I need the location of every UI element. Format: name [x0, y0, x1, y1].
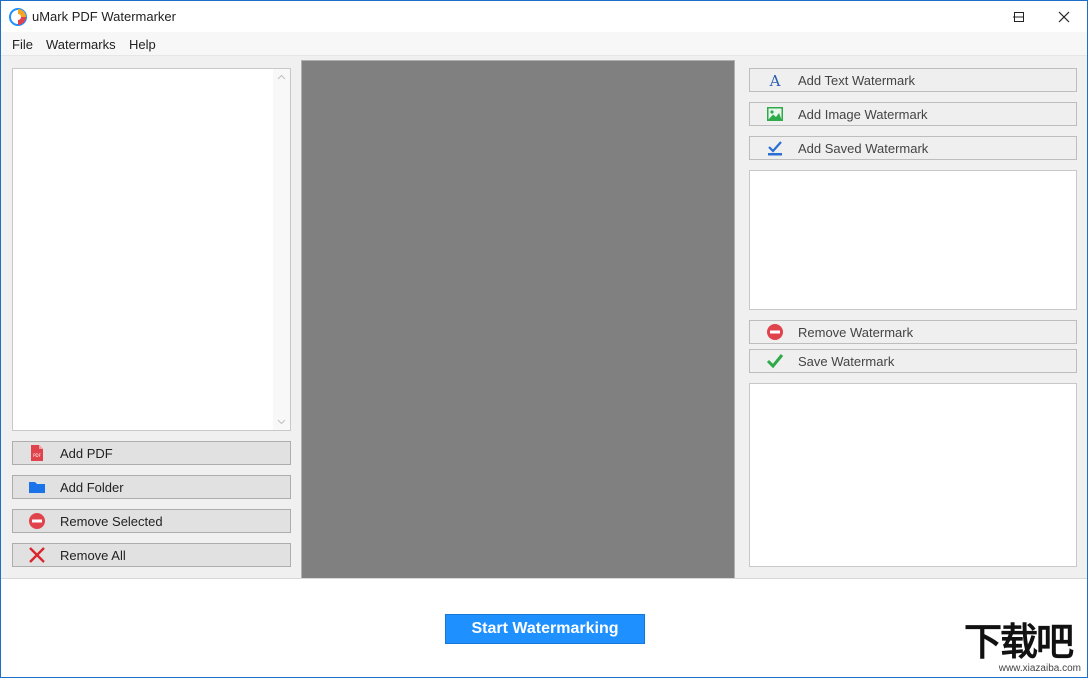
- pdf-file-icon: PDF: [28, 444, 46, 462]
- watermark-properties-box[interactable]: [749, 383, 1077, 567]
- minus-circle-icon: [28, 512, 46, 530]
- scroll-down-icon[interactable]: [277, 417, 286, 426]
- close-button[interactable]: [1041, 1, 1087, 32]
- start-watermarking-button[interactable]: Start Watermarking: [445, 614, 645, 644]
- action-bar: Start Watermarking: [1, 578, 1087, 677]
- site-watermark-logo: 下载吧 www.xiazaiba.com: [951, 619, 1085, 675]
- maximize-button[interactable]: [996, 1, 1042, 32]
- text-a-icon: A: [766, 71, 784, 89]
- add-saved-watermark-button[interactable]: Add Saved Watermark: [749, 136, 1077, 160]
- add-pdf-button[interactable]: PDF Add PDF: [12, 441, 291, 465]
- remove-all-button[interactable]: Remove All: [12, 543, 291, 567]
- add-text-watermark-button[interactable]: A Add Text Watermark: [749, 68, 1077, 92]
- app-logo-icon: [9, 8, 27, 26]
- remove-selected-button[interactable]: Remove Selected: [12, 509, 291, 533]
- folder-icon: [28, 478, 46, 496]
- menu-help[interactable]: Help: [129, 37, 156, 52]
- main-area: PDF Add PDF Add Folder Remove Selected R…: [1, 57, 1087, 579]
- remove-all-label: Remove All: [60, 547, 126, 563]
- save-watermark-button[interactable]: Save Watermark: [749, 349, 1077, 373]
- svg-text:A: A: [769, 72, 781, 89]
- add-image-watermark-button[interactable]: Add Image Watermark: [749, 102, 1077, 126]
- logo-url: www.xiazaiba.com: [998, 663, 1081, 674]
- add-saved-watermark-label: Add Saved Watermark: [798, 140, 929, 156]
- app-window: uMark PDF Watermarker File Watermarks He…: [0, 0, 1088, 678]
- check-icon: [766, 352, 784, 370]
- add-folder-label: Add Folder: [60, 479, 124, 495]
- menu-watermarks[interactable]: Watermarks: [46, 37, 116, 52]
- pdf-preview-area[interactable]: [301, 60, 735, 579]
- file-panel: PDF Add PDF Add Folder Remove Selected R…: [1, 57, 299, 577]
- image-icon: [766, 105, 784, 123]
- remove-watermark-button[interactable]: Remove Watermark: [749, 320, 1077, 344]
- add-folder-button[interactable]: Add Folder: [12, 475, 291, 499]
- watermark-list[interactable]: [749, 170, 1077, 310]
- menu-file[interactable]: File: [12, 37, 33, 52]
- scroll-up-icon[interactable]: [277, 73, 286, 82]
- menu-bar: File Watermarks Help: [1, 32, 1087, 56]
- logo-text: 下载吧: [963, 620, 1074, 664]
- minus-circle-icon: [766, 323, 784, 341]
- watermark-panel: A Add Text Watermark Add Image Watermark…: [739, 57, 1087, 577]
- add-image-watermark-label: Add Image Watermark: [798, 106, 928, 122]
- title-bar: uMark PDF Watermarker: [1, 1, 1087, 32]
- close-x-icon: [28, 546, 46, 564]
- svg-text:PDF: PDF: [33, 453, 41, 458]
- maximize-icon: [1014, 11, 1024, 22]
- file-list-scrollbar[interactable]: [273, 69, 290, 430]
- close-icon: [1058, 11, 1070, 22]
- add-pdf-label: Add PDF: [60, 445, 113, 461]
- save-watermark-label: Save Watermark: [798, 353, 895, 369]
- remove-watermark-label: Remove Watermark: [798, 324, 914, 340]
- remove-selected-label: Remove Selected: [60, 513, 163, 529]
- pdf-file-list[interactable]: [12, 68, 291, 431]
- saved-check-icon: [766, 139, 784, 157]
- add-text-watermark-label: Add Text Watermark: [798, 72, 916, 88]
- window-title: uMark PDF Watermarker: [32, 9, 176, 24]
